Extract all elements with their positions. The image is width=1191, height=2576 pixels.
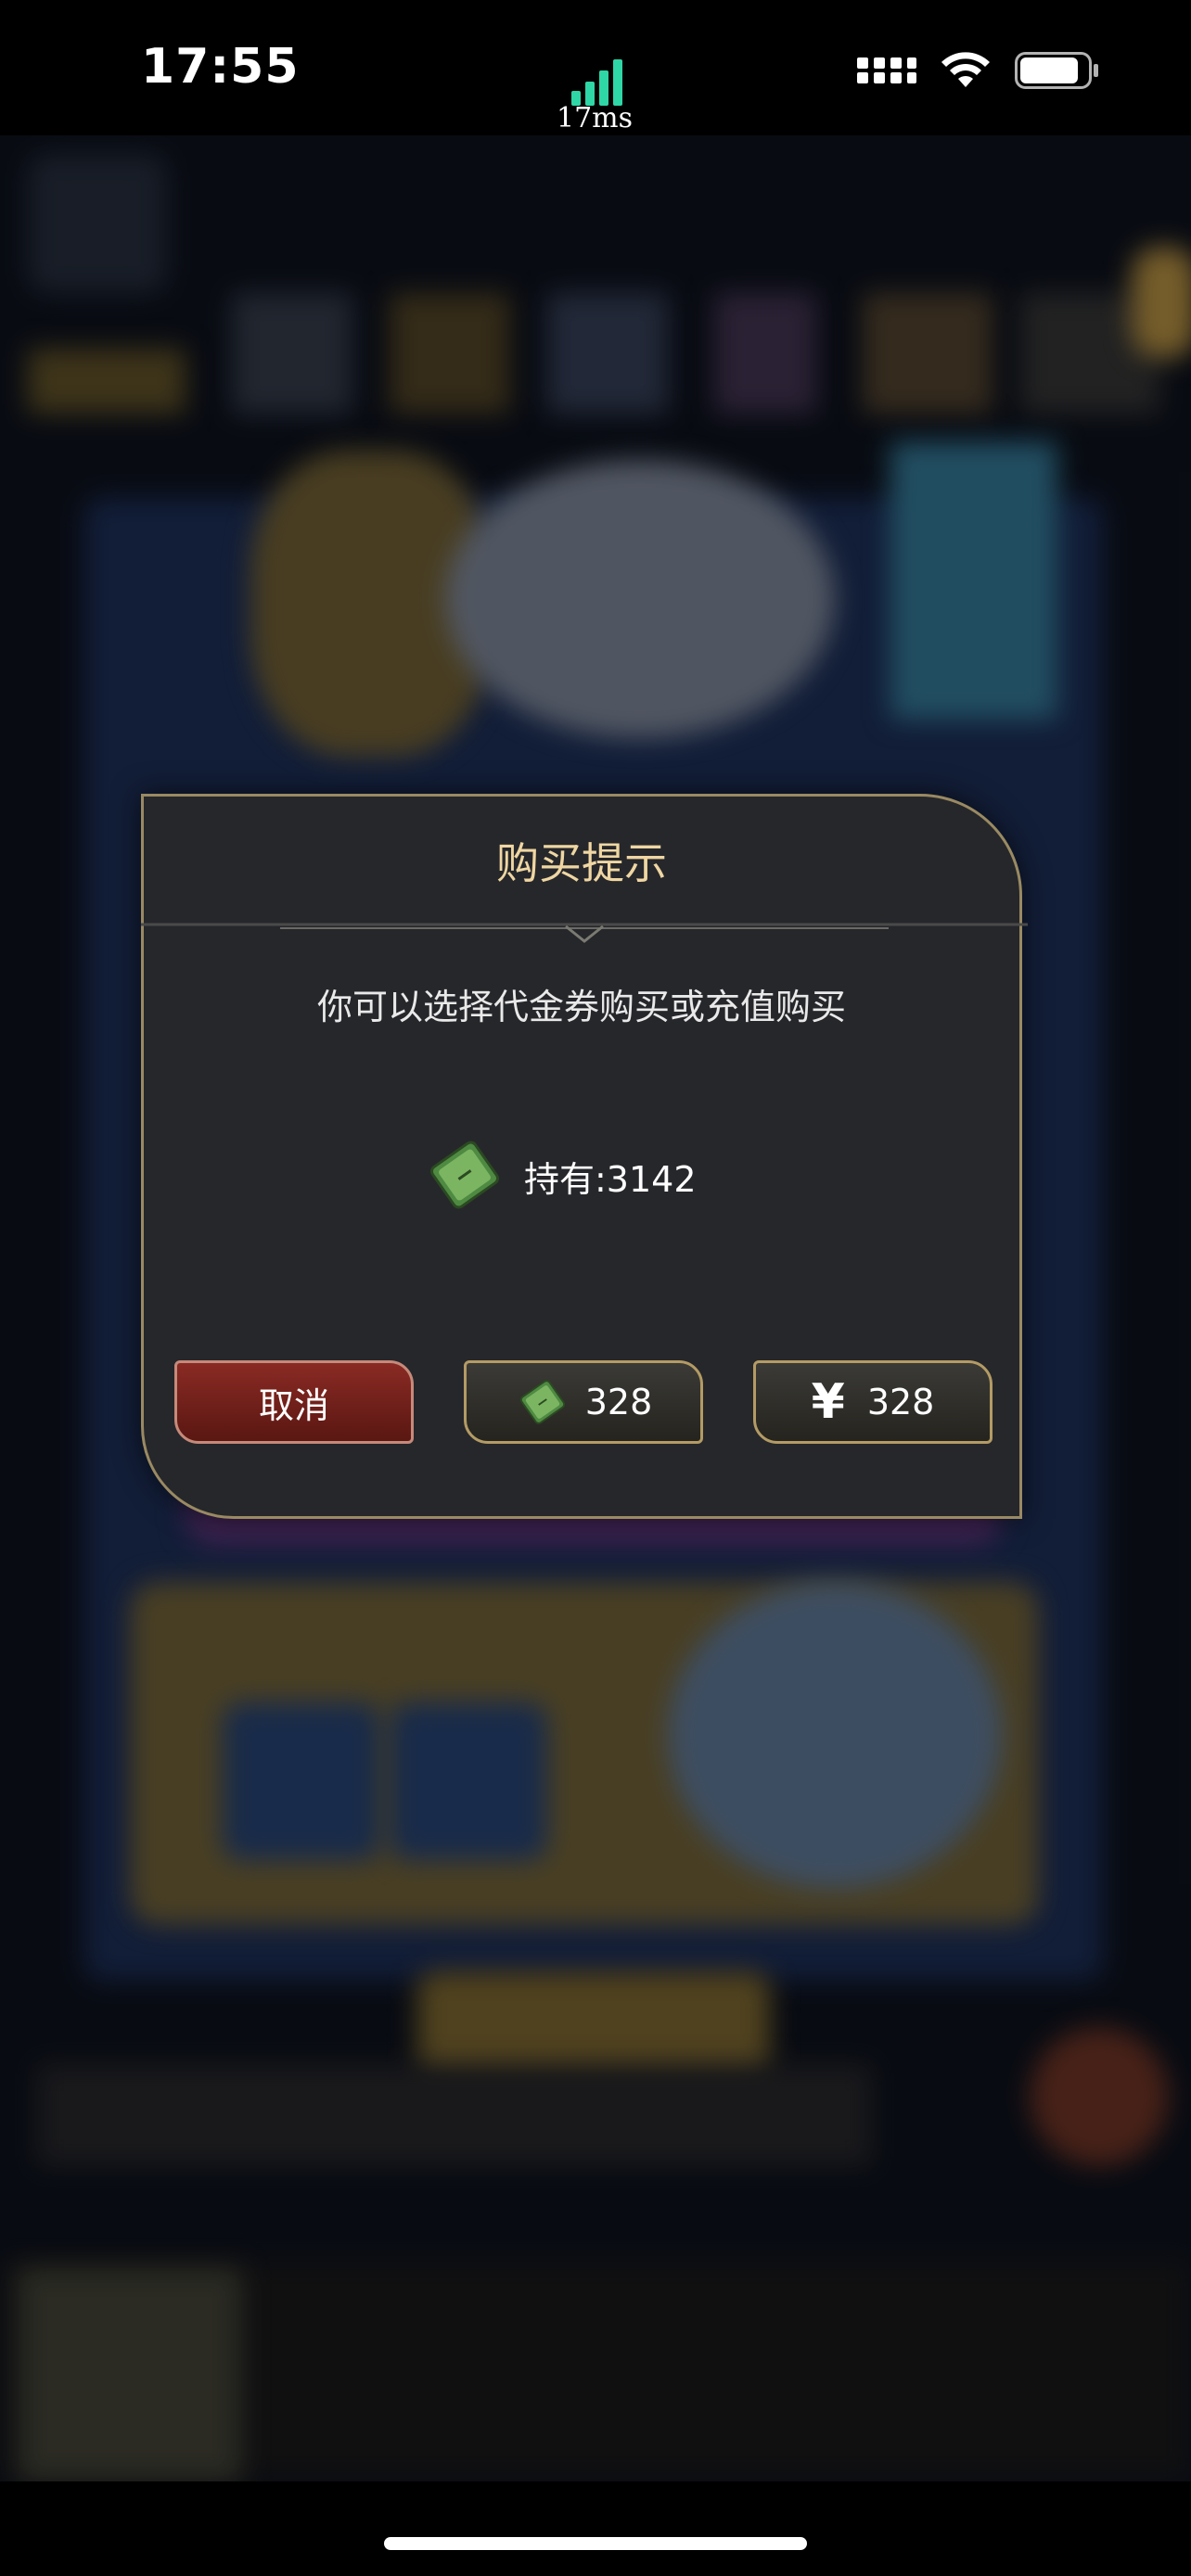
yen-icon: ¥ [811,1374,845,1430]
voucher-holding: 持有:3142 [422,1132,793,1216]
cancel-button-label: 取消 [258,1384,329,1426]
status-time: 17:55 [141,39,300,95]
holding-label: 持有:3142 [524,1159,697,1200]
dialog-message: 你可以选择代金券购买或充值购买 [316,987,846,1027]
voucher-icon [430,1141,499,1209]
cellular-icon [857,54,920,91]
yuan-price: 328 [866,1382,935,1422]
cancel-button[interactable]: 取消 [174,1360,414,1444]
ping-label: 17ms [556,102,634,134]
dialog-title: 购买提示 [496,838,667,888]
buy-with-recharge-button[interactable]: ¥ 328 [753,1360,992,1444]
wifi-icon [941,52,990,87]
purchase-dialog: 购买提示 你可以选择代金券购买或充值购买 持有:3142 取消 328 ¥ 32… [141,794,1028,1519]
status-bar: 17:55 17ms [0,0,1191,135]
buy-with-voucher-button[interactable]: 328 [464,1360,703,1444]
title-divider [141,923,1028,943]
voucher-icon [519,1380,565,1424]
home-indicator[interactable] [384,2537,807,2550]
home-indicator-area [0,2481,1191,2576]
voucher-price: 328 [584,1382,653,1422]
signal-bars-icon [571,54,627,106]
battery-icon [1015,52,1098,89]
ping-indicator: 17ms [544,54,646,137]
